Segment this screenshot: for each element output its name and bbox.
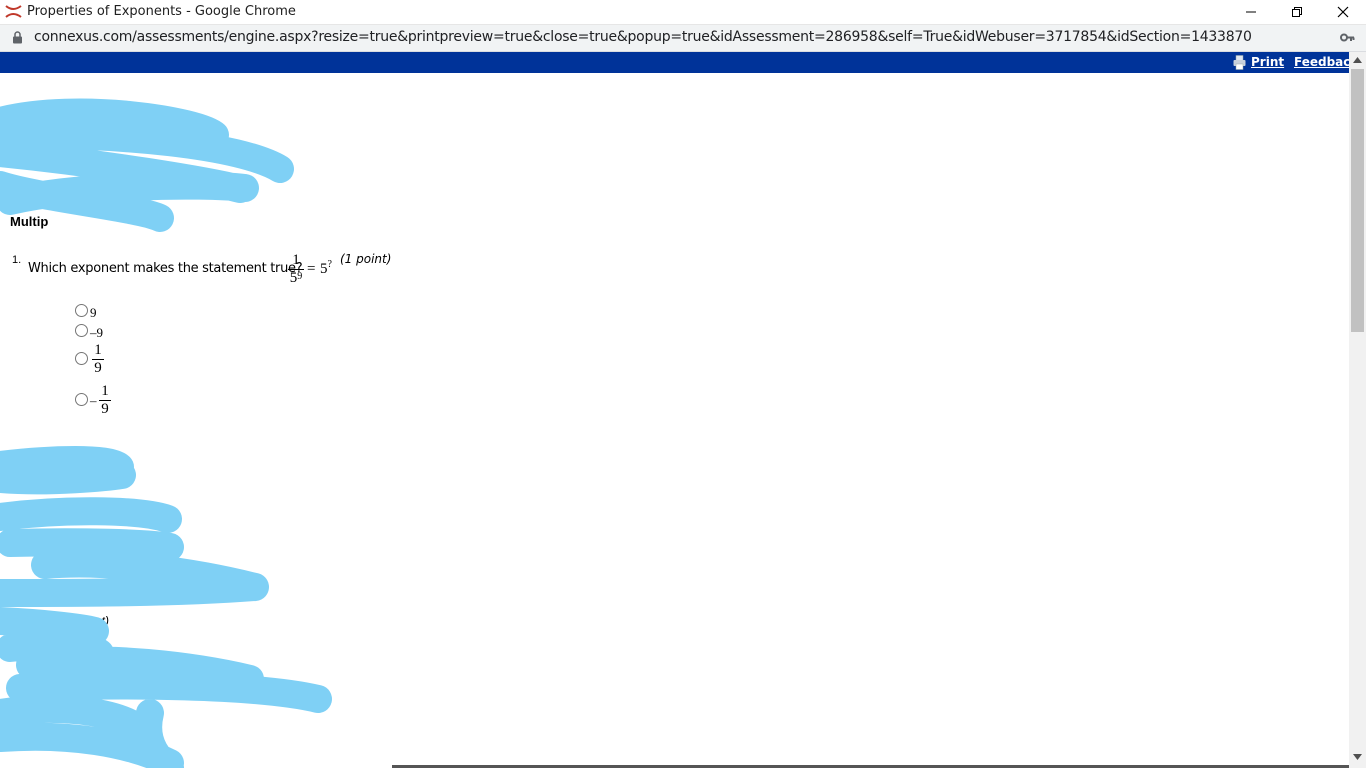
answer-option-radio-2[interactable] bbox=[75, 324, 88, 337]
answer-option-radio-3[interactable] bbox=[75, 352, 88, 365]
rhs-exponent: ? bbox=[327, 259, 332, 270]
assessment-title: ts bbox=[150, 117, 167, 137]
equation-numerator: 1 bbox=[292, 252, 300, 268]
address-bar[interactable]: connexus.com/assessments/engine.aspx?res… bbox=[0, 25, 1366, 52]
question-2-points-fragment: nt) bbox=[95, 614, 110, 628]
scroll-down-arrow-icon[interactable] bbox=[1353, 754, 1362, 760]
connexus-logo-icon bbox=[5, 5, 22, 18]
equation-denominator: 59 bbox=[288, 271, 304, 286]
option-4-numerator: 1 bbox=[101, 383, 109, 399]
equation-fraction: 1 59 bbox=[288, 253, 304, 286]
question-2-option-radio[interactable] bbox=[75, 727, 88, 740]
assessment-content: ts Ma Multip 1. Which exponent makes the… bbox=[0, 73, 1349, 768]
close-icon bbox=[1337, 6, 1349, 18]
url-text[interactable]: connexus.com/assessments/engine.aspx?res… bbox=[34, 29, 1252, 45]
denominator-exponent: 9 bbox=[297, 271, 303, 282]
window-title-bar: Properties of Exponents - Google Chrome bbox=[0, 0, 1366, 25]
key-icon[interactable] bbox=[1340, 33, 1355, 42]
printer-icon[interactable] bbox=[1233, 55, 1246, 70]
close-button[interactable] bbox=[1320, 0, 1366, 24]
answer-option-text-2: –9 bbox=[90, 325, 103, 340]
answer-option-radio-1[interactable] bbox=[75, 304, 88, 317]
section-label: Multip bbox=[10, 214, 49, 229]
restore-button[interactable] bbox=[1274, 0, 1320, 24]
minimize-icon bbox=[1246, 11, 1256, 13]
equation-equals: = bbox=[307, 261, 316, 277]
scroll-up-arrow-icon[interactable] bbox=[1353, 57, 1362, 63]
option-4-sign: – bbox=[90, 393, 97, 408]
answer-option-fraction-3: 1 9 bbox=[92, 343, 104, 376]
page-header-bar: Print Feedback bbox=[0, 52, 1358, 73]
print-link[interactable]: Print bbox=[1251, 55, 1284, 69]
question-text: Which exponent makes the statement true? bbox=[28, 261, 303, 276]
option-4-denominator: 9 bbox=[101, 401, 109, 417]
vertical-scrollbar[interactable] bbox=[1349, 52, 1366, 768]
rhs-base: 5 bbox=[320, 261, 328, 277]
option-3-denominator: 9 bbox=[94, 360, 102, 376]
scroll-thumb[interactable] bbox=[1351, 69, 1364, 332]
restore-icon bbox=[1292, 7, 1302, 17]
answer-option-radio-4[interactable] bbox=[75, 393, 88, 406]
points-note: (1 point) bbox=[340, 252, 392, 266]
answer-option-text-1: 9 bbox=[90, 305, 97, 320]
window-title: Properties of Exponents - Google Chrome bbox=[27, 4, 296, 19]
question-number: 1. bbox=[12, 254, 22, 266]
equation-rhs: 5? bbox=[320, 259, 332, 278]
redaction-scribble-overlay bbox=[0, 98, 332, 768]
minimize-button[interactable] bbox=[1228, 0, 1274, 24]
answer-option-fraction-4: 1 9 bbox=[99, 384, 111, 417]
lock-icon[interactable] bbox=[12, 31, 23, 44]
subject-label: Ma bbox=[10, 156, 29, 171]
option-3-numerator: 1 bbox=[94, 342, 102, 358]
